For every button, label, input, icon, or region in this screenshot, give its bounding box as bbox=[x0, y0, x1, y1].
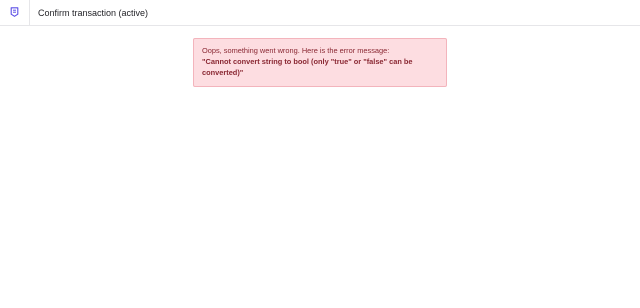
error-message-text: "Cannot convert string to bool (only "tr… bbox=[202, 57, 413, 77]
document-badge-icon[interactable] bbox=[10, 4, 19, 22]
page-header: Confirm transaction (active) bbox=[0, 0, 640, 26]
error-alert: Oops, something went wrong. Here is the … bbox=[193, 38, 447, 87]
header-icon-cell[interactable] bbox=[0, 0, 30, 26]
page-title: Confirm transaction (active) bbox=[38, 7, 149, 18]
error-intro-text: Oops, something went wrong. Here is the … bbox=[202, 46, 390, 55]
main-content: Oops, something went wrong. Here is the … bbox=[0, 26, 640, 308]
